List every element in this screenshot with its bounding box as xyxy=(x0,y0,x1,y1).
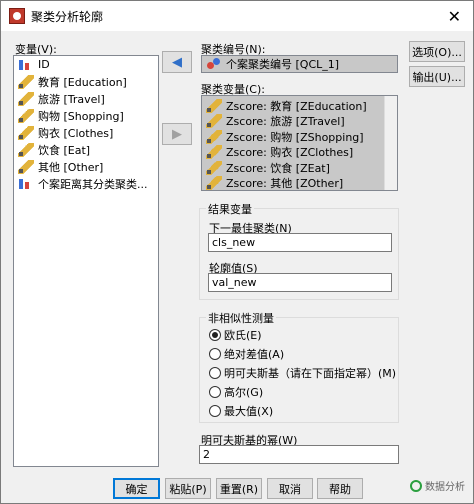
variable-list-item[interactable]: 旅游 [Travel] xyxy=(14,90,158,107)
cluster-number-field[interactable]: 个案聚类编号 [QCL_1] xyxy=(201,55,398,73)
app-icon xyxy=(9,8,25,24)
variable-label: 饮食 [Eat] xyxy=(38,143,91,157)
radio-dot-icon[interactable] xyxy=(209,367,221,379)
cluster-var-item[interactable]: Zscore: 购衣 [ZClothes] xyxy=(202,145,397,161)
scale-pencil-icon xyxy=(18,108,34,123)
radio-dot-icon[interactable] xyxy=(209,329,221,341)
variable-list-item[interactable]: 个案距离其分类聚类... xyxy=(14,175,158,192)
cluster-vars-list[interactable]: Zscore: 教育 [ZEducation] Zscore: 旅游 [ZTrav… xyxy=(201,95,398,191)
scale-pencil-icon xyxy=(206,114,222,129)
scale-pencil-icon xyxy=(206,160,222,175)
variable-list-item[interactable]: 饮食 [Eat] xyxy=(14,141,158,158)
window-title: 聚类分析轮廓 xyxy=(31,9,104,24)
scale-pencil-icon xyxy=(18,74,34,89)
scale-pencil-icon xyxy=(206,98,222,113)
dissimilarity-radio[interactable]: 明可夫斯基（请在下面指定幂）(M) xyxy=(209,365,396,381)
next-cluster-input[interactable]: cls_new xyxy=(208,233,392,252)
nominal-icon xyxy=(18,177,34,191)
scale-pencil-icon xyxy=(18,142,34,157)
dissimilarity-option-label: 绝对差值(A) xyxy=(224,348,285,361)
scale-pencil-icon xyxy=(18,159,34,174)
arrow-left-icon: ◀ xyxy=(172,54,182,70)
cluster-var-item[interactable]: Zscore: 旅游 [ZTravel] xyxy=(202,114,397,130)
dissimilarity-option-label: 明可夫斯基（请在下面指定幂）(M) xyxy=(224,367,397,380)
variable-list-item[interactable]: 其他 [Other] xyxy=(14,158,158,175)
cluster-number-value: 个案聚类编号 [QCL_1] xyxy=(226,58,340,71)
dissimilarity-option-label: 高尔(G) xyxy=(224,386,264,399)
dissimilarity-radio[interactable]: 绝对差值(A) xyxy=(209,346,284,362)
scale-pencil-icon xyxy=(206,145,222,160)
move-cluster-number-button[interactable]: ◀ xyxy=(162,51,192,73)
cluster-var-label: Zscore: 购物 [ZShopping] xyxy=(226,130,364,144)
variable-label: 教育 [Education] xyxy=(38,75,127,89)
move-cluster-vars-button[interactable]: ▶ xyxy=(162,123,192,145)
watermark-text: 数据分析 xyxy=(425,482,465,493)
cluster-var-item[interactable]: Zscore: 饮食 [ZEat] xyxy=(202,160,397,176)
cluster-var-label: Zscore: 其他 [ZOther] xyxy=(226,177,344,191)
dialog-window: 聚类分析轮廓 ✕ 变量(V): ID 教育 [Education] 旅游 [Trav… xyxy=(0,0,474,504)
ok-button[interactable]: 确定 xyxy=(113,478,160,499)
dissimilarity-title: 非相似性测量 xyxy=(206,310,276,326)
output-button[interactable]: 输出(U)... xyxy=(409,66,465,87)
nominal-icon xyxy=(18,58,34,72)
variables-list[interactable]: ID 教育 [Education] 旅游 [Travel] 购物 [Shopping]… xyxy=(13,55,159,467)
variable-list-item[interactable]: 教育 [Education] xyxy=(14,73,158,90)
variable-label: 旅游 [Travel] xyxy=(38,92,105,106)
radio-dot-icon[interactable] xyxy=(209,386,221,398)
cluster-vars-scrollbar[interactable] xyxy=(384,96,397,190)
scale-pencil-icon xyxy=(18,91,34,106)
cancel-button[interactable]: 取消 xyxy=(267,478,313,499)
title-bar: 聚类分析轮廓 ✕ xyxy=(1,1,473,31)
dissimilarity-option-label: 最大值(X) xyxy=(224,405,274,418)
cluster-var-label: Zscore: 饮食 [ZEat] xyxy=(226,161,330,175)
variable-list-item[interactable]: ID xyxy=(14,56,158,73)
close-icon[interactable]: ✕ xyxy=(448,7,461,26)
cluster-var-item[interactable]: Zscore: 教育 [ZEducation] xyxy=(202,98,397,114)
variable-label: 其他 [Other] xyxy=(38,160,104,174)
silhouette-input[interactable]: val_new xyxy=(208,273,392,292)
dissimilarity-radio[interactable]: 高尔(G) xyxy=(209,384,263,400)
radio-dot-icon[interactable] xyxy=(209,348,221,360)
variable-list-item[interactable]: 购物 [Shopping] xyxy=(14,107,158,124)
watermark-icon xyxy=(410,479,422,492)
options-button[interactable]: 选项(O)... xyxy=(409,41,465,62)
cluster-var-item[interactable]: Zscore: 其他 [ZOther] xyxy=(202,176,397,191)
cluster-var-label: Zscore: 旅游 [ZTravel] xyxy=(226,115,345,129)
cluster-var-label: Zscore: 购衣 [ZClothes] xyxy=(226,146,354,160)
cluster-var-label: Zscore: 教育 [ZEducation] xyxy=(226,99,367,113)
variable-label: 购物 [Shopping] xyxy=(38,109,124,123)
paste-button[interactable]: 粘贴(P) xyxy=(165,478,211,499)
result-vars-title: 结果变量 xyxy=(206,201,254,217)
nominal-ball-icon xyxy=(206,57,222,71)
watermark: 数据分析 xyxy=(410,478,465,493)
minkowski-power-input[interactable]: 2 xyxy=(199,445,399,464)
cluster-var-item[interactable]: Zscore: 购物 [ZShopping] xyxy=(202,129,397,145)
scale-pencil-icon xyxy=(206,129,222,144)
scale-pencil-icon xyxy=(18,125,34,140)
reset-button[interactable]: 重置(R) xyxy=(216,478,262,499)
scale-pencil-icon xyxy=(206,176,222,190)
arrow-right-icon: ▶ xyxy=(172,126,182,142)
dissimilarity-option-label: 欧氏(E) xyxy=(224,329,262,342)
variable-label: ID xyxy=(38,58,50,71)
dissimilarity-radio[interactable]: 欧氏(E) xyxy=(209,327,262,343)
radio-dot-icon[interactable] xyxy=(209,405,221,417)
variable-label: 购衣 [Clothes] xyxy=(38,126,114,140)
dissimilarity-radio[interactable]: 最大值(X) xyxy=(209,403,273,419)
variable-list-item[interactable]: 购衣 [Clothes] xyxy=(14,124,158,141)
variable-label: 个案距离其分类聚类... xyxy=(38,177,148,191)
help-button[interactable]: 帮助 xyxy=(317,478,363,499)
